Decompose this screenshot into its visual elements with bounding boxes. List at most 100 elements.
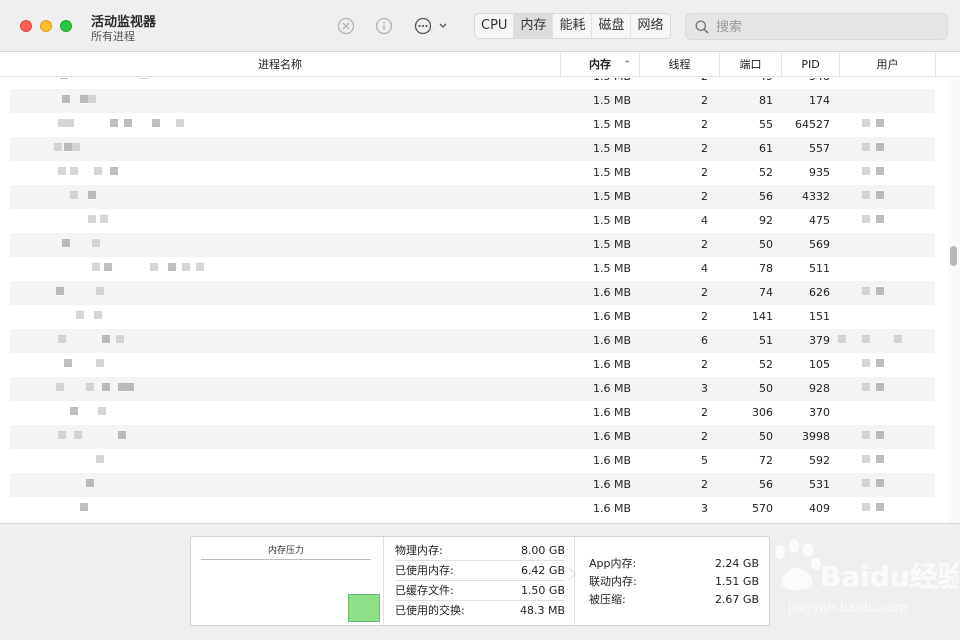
table-row[interactable]: 1.5 MB 2 56 4332 — [10, 185, 935, 209]
table-row[interactable]: 1.5 MB 2 81 174 — [10, 89, 935, 113]
redacted-text — [66, 119, 74, 127]
pid-cell: 174 — [809, 94, 830, 107]
tab-memory[interactable]: 内存 — [514, 14, 554, 38]
column-header-user[interactable]: 用户 — [840, 53, 936, 77]
threads-cell: 2 — [701, 190, 708, 203]
table-row[interactable]: 1.6 MB 2 52 105 — [10, 353, 935, 377]
table-row[interactable]: 1.5 MB 2 49 548 — [10, 78, 935, 89]
close-window-button[interactable] — [20, 20, 32, 32]
sort-ascending-icon: ⌃ — [623, 60, 631, 70]
table-row[interactable]: 1.5 MB 2 52 935 — [10, 161, 935, 185]
threads-cell: 2 — [701, 310, 708, 323]
memory-cell: 1.5 MB — [592, 118, 631, 131]
tab-cpu[interactable]: CPU — [475, 14, 515, 38]
redacted-text — [838, 335, 846, 343]
stat-value: 2.67 GB — [714, 593, 759, 606]
used-memory-pointer — [568, 568, 575, 580]
redacted-text — [54, 143, 62, 151]
redacted-text — [102, 335, 110, 343]
table-scrollbar[interactable] — [948, 78, 960, 523]
zoom-window-button[interactable] — [60, 20, 72, 32]
column-header-ports[interactable]: 端口 — [720, 53, 782, 77]
app-subtitle[interactable]: 所有进程 — [91, 28, 135, 44]
minimize-window-button[interactable] — [40, 20, 52, 32]
table-row[interactable]: 1.6 MB 2 306 370 — [10, 401, 935, 425]
scrollbar-thumb[interactable] — [950, 246, 957, 266]
redacted-text — [876, 359, 884, 367]
tab-energy[interactable]: 能耗 — [553, 14, 593, 38]
pid-cell: 64527 — [795, 118, 830, 131]
stat-value: 48.3 MB — [519, 604, 565, 617]
table-row[interactable]: 1.6 MB 2 50 3998 — [10, 425, 935, 449]
stat-row: App内存: 2.24 GB — [589, 555, 759, 573]
memory-cell: 1.6 MB — [592, 430, 631, 443]
ports-cell: 52 — [759, 166, 773, 179]
table-row[interactable]: 1.5 MB 4 78 511 — [10, 257, 935, 281]
more-actions-button[interactable] — [414, 16, 450, 36]
inspect-process-button[interactable] — [374, 16, 394, 36]
ellipsis-circle-icon — [414, 17, 447, 35]
table-row[interactable]: 1.6 MB 6 51 379 — [10, 329, 935, 353]
table-row[interactable]: 1.5 MB 2 55 64527 — [10, 113, 935, 137]
column-header-process-name[interactable]: 进程名称 — [0, 53, 560, 77]
pid-cell: 4332 — [802, 190, 830, 203]
pid-cell: 151 — [809, 310, 830, 323]
table-row[interactable]: 1.6 MB 3 50 928 — [10, 377, 935, 401]
stat-row: 已使用内存: 6.42 GB — [395, 561, 565, 581]
table-row[interactable]: 1.5 MB 2 61 557 — [10, 137, 935, 161]
search-input[interactable] — [716, 17, 936, 37]
column-header-memory[interactable]: 内存 ⌃ — [560, 53, 640, 77]
ports-cell: 52 — [759, 358, 773, 371]
stat-row: 已使用的交换: 48.3 MB — [395, 601, 565, 621]
tab-network[interactable]: 网络 — [631, 14, 669, 38]
threads-cell: 2 — [701, 238, 708, 251]
ports-cell: 141 — [752, 310, 773, 323]
table-row[interactable]: 1.5 MB 4 92 475 — [10, 209, 935, 233]
table-row[interactable]: 1.6 MB 5 72 592 — [10, 449, 935, 473]
redacted-text — [110, 119, 118, 127]
column-header-threads[interactable]: 线程 — [640, 53, 720, 77]
redacted-text — [58, 335, 66, 343]
stat-label: 已使用内存: — [395, 564, 454, 577]
redacted-text — [58, 431, 66, 439]
pid-cell: 379 — [809, 334, 830, 347]
table-row[interactable]: 1.6 MB 3 570 409 — [10, 497, 935, 521]
ports-cell: 81 — [759, 94, 773, 107]
info-circle-icon — [375, 17, 393, 35]
redacted-text — [104, 263, 112, 271]
stat-value: 6.42 GB — [520, 564, 565, 577]
stop-process-button[interactable] — [336, 16, 356, 36]
stat-label: 已缓存文件: — [395, 584, 454, 597]
column-header-pid[interactable]: PID — [782, 53, 840, 77]
stat-value: 8.00 GB — [520, 544, 565, 557]
table-row[interactable]: 1.6 MB 2 141 151 — [10, 305, 935, 329]
redacted-text — [196, 263, 204, 271]
redacted-text — [876, 503, 884, 511]
memory-cell: 1.5 MB — [592, 190, 631, 203]
table-row[interactable]: 1.6 MB 2 74 626 — [10, 281, 935, 305]
pid-cell: 370 — [809, 406, 830, 419]
threads-cell: 2 — [701, 286, 708, 299]
search-box — [685, 13, 948, 40]
redacted-text — [862, 383, 870, 391]
xmark-circle-icon — [337, 17, 355, 35]
threads-cell: 3 — [701, 502, 708, 515]
redacted-text — [88, 95, 96, 103]
redacted-text — [876, 191, 884, 199]
threads-cell: 4 — [701, 214, 708, 227]
stat-row: 联动内存: 1.51 GB — [589, 573, 759, 591]
redacted-text — [862, 455, 870, 463]
stat-value: 1.51 GB — [714, 575, 759, 588]
table-row[interactable]: 1.6 MB 2 56 531 — [10, 473, 935, 497]
stat-label: 联动内存: — [589, 575, 637, 588]
redacted-text — [862, 167, 870, 175]
tab-disk[interactable]: 磁盘 — [592, 14, 632, 38]
table-row[interactable]: 1.5 MB 2 50 569 — [10, 233, 935, 257]
redacted-text — [64, 359, 72, 367]
redacted-text — [862, 479, 870, 487]
redacted-text — [72, 143, 80, 151]
redacted-text — [876, 383, 884, 391]
redacted-text — [126, 383, 134, 391]
memory-cell: 1.6 MB — [592, 406, 631, 419]
redacted-text — [862, 335, 870, 343]
